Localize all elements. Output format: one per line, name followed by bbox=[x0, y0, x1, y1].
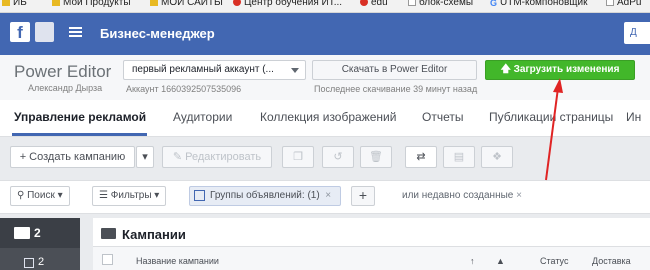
annotation-arrow bbox=[545, 78, 563, 181]
